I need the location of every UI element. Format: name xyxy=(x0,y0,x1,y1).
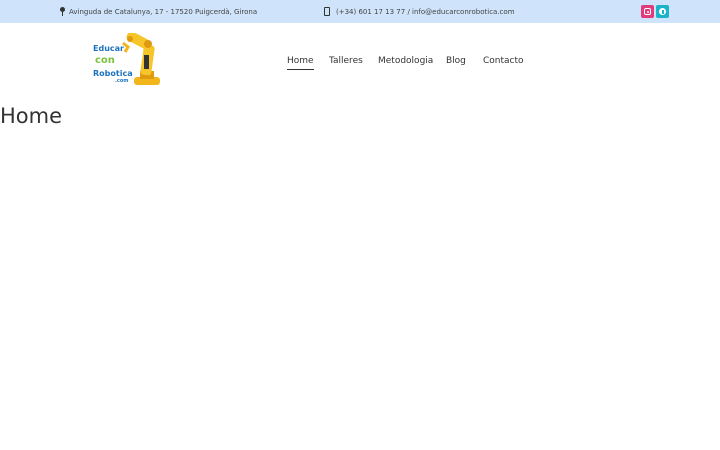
contact-text: (+34) 601 17 13 77 / info@educarconrobot… xyxy=(336,7,515,16)
nav-item-blog[interactable]: Blog xyxy=(446,56,466,66)
facebook-button[interactable] xyxy=(656,5,669,18)
instagram-icon xyxy=(644,8,651,15)
address-text: Avinguda de Catalunya, 17 - 17520 Puigce… xyxy=(69,7,258,16)
contact-info: (+34) 601 17 13 77 / info@educarconrobot… xyxy=(324,0,515,23)
facebook-icon xyxy=(659,8,666,15)
logo-text-robotica: Robotica xyxy=(93,69,133,78)
instagram-button[interactable] xyxy=(641,5,654,18)
top-info-bar: Avinguda de Catalunya, 17 - 17520 Puigce… xyxy=(0,0,720,23)
logo-text-educar: Educar xyxy=(93,44,124,53)
map-pin-icon xyxy=(59,7,65,16)
address-info: Avinguda de Catalunya, 17 - 17520 Puigce… xyxy=(59,0,257,23)
nav-item-contacto[interactable]: Contacto xyxy=(483,56,524,66)
phone-icon xyxy=(324,7,330,16)
logo-text-com: .com xyxy=(115,78,129,84)
nav-item-talleres[interactable]: Talleres xyxy=(329,56,363,66)
logo-text-con: con xyxy=(95,55,115,66)
site-logo[interactable]: Educar con Robotica .com xyxy=(90,31,162,87)
nav-item-metodologia[interactable]: Metodologia xyxy=(378,56,433,66)
page-title: Home xyxy=(0,104,63,128)
nav-item-home[interactable]: Home xyxy=(287,56,314,70)
